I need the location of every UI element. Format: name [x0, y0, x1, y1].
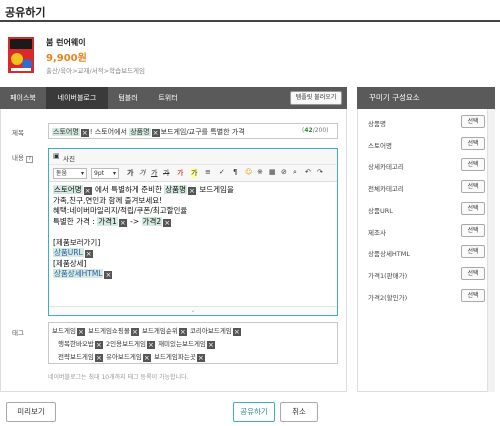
sidebar-item-store-name: 스토어명 [368, 142, 392, 150]
product-price: 9,900원 [46, 53, 87, 64]
select-manufacturer-button[interactable]: 선택 [461, 224, 485, 237]
select-detail-category-button[interactable]: 선택 [461, 158, 485, 171]
editor-toolbar-top: ▣ 사진 [49, 149, 337, 165]
select-product-name-button[interactable]: 선택 [461, 115, 485, 128]
content-label: 내용 ? [12, 152, 34, 163]
search-icon[interactable]: ⌕ [293, 168, 297, 177]
special-char-icon[interactable]: ※ [257, 168, 263, 176]
redo-icon[interactable]: ↷ [317, 168, 323, 176]
sidebar-item-detail-html: 상품상세HTML [368, 250, 411, 258]
font-select[interactable]: 돋움 ▾ [53, 168, 87, 179]
load-template-button[interactable]: 템플릿 불러오기 [290, 91, 342, 105]
editor-toolbar-format: 돋움 ▾ 9pt ▾ 가 가 가 가 가 가 ≡ ✓ ¶ ☺ ※ ▦ ⊘ ⌕ ↶ ↷ [49, 165, 337, 182]
product-category: 출산/육아>교재/서적>학습보드게임 [46, 67, 145, 75]
remove-tag-icon[interactable]: × [178, 328, 187, 336]
table-icon[interactable]: ▦ [269, 168, 276, 176]
product-name[interactable]: 붐 런어웨이 [46, 37, 86, 48]
tab-facebook[interactable]: 페이스북 [0, 87, 46, 109]
photo-icon[interactable]: ▣ [53, 152, 60, 160]
chevron-down-icon: ▾ [80, 170, 84, 177]
sidebar-item-product-name: 상품명 [368, 120, 386, 128]
remove-token-icon[interactable]: × [163, 218, 172, 227]
remove-tag-icon[interactable]: × [232, 328, 241, 336]
select-store-name-button[interactable]: 선택 [461, 137, 485, 150]
underline-icon[interactable]: 가 [151, 168, 157, 178]
share-button[interactable]: 공유하기 [233, 402, 275, 422]
editor-resize-handle[interactable]: ⌄ [49, 306, 337, 315]
remove-tag-icon[interactable]: × [206, 341, 215, 349]
preview-button[interactable]: 미리보기 [6, 402, 56, 422]
sidebar-item-full-category: 전체카테고리 [368, 185, 404, 193]
remove-token-icon[interactable]: × [187, 187, 196, 195]
size-select[interactable]: 9pt ▾ [91, 168, 119, 179]
cancel-button[interactable]: 취소 [280, 402, 318, 422]
sidebar-item-price1: 가격1(판매가) [368, 272, 408, 280]
sidebar-item-detail-category: 상세카테고리 [368, 163, 404, 171]
product-thumbnail [8, 37, 34, 73]
select-price1-button[interactable]: 선택 [461, 267, 485, 280]
sidebar-item-product-url: 상품URL [368, 207, 393, 215]
sidebar-scrollbar[interactable] [487, 109, 495, 392]
tag-row: 보드게임 × 보드게임쇼핑몰 × 보드게임순위 × 코리아보드게임 × [52, 327, 241, 336]
select-price2-button[interactable]: 선택 [461, 289, 485, 302]
remove-tag-icon[interactable]: × [94, 341, 103, 349]
remove-token-icon[interactable]: × [83, 187, 92, 195]
spellcheck-icon[interactable]: ✓ [219, 168, 225, 176]
chevron-down-icon: ▾ [112, 170, 116, 177]
decoration-elements-panel: 상품명 선택 스토어명 선택 상세카테고리 선택 전체카테고리 선택 상품URL… [357, 109, 495, 392]
remove-token-icon[interactable]: × [118, 218, 127, 227]
align-icon[interactable]: ≡ [205, 168, 211, 176]
remove-tag-icon[interactable]: × [94, 354, 103, 362]
remove-tag-icon[interactable]: × [142, 354, 151, 362]
sidebar-item-price2: 가격2(할인가) [368, 294, 408, 302]
remove-token-icon[interactable]: × [84, 250, 93, 258]
remove-tag-icon[interactable]: × [130, 328, 139, 336]
sidebar-title: 꾸미기 구성요소 [357, 87, 495, 109]
photo-label[interactable]: 사진 [63, 153, 75, 163]
subject-token-product: 상품명 [129, 128, 151, 136]
subject-char-count: (42/200) [302, 127, 329, 134]
emoticon-icon[interactable]: ☺ [245, 168, 252, 176]
remove-tag-icon[interactable]: × [76, 328, 85, 336]
italic-icon[interactable]: 가 [139, 168, 145, 178]
page-title: 공유하기 [5, 6, 46, 19]
tag-limit-note: 네이버블로그는 최대 10개까지 태그 등록이 가능합니다. [48, 374, 189, 381]
remove-token-icon[interactable]: × [151, 129, 160, 137]
editor-body[interactable]: 스토어명 × 에서 특별하게 준비한 상품명 × 보드게임을 가족,친구,연인과 함… [53, 185, 333, 280]
highlight-icon[interactable]: 가 [191, 168, 198, 178]
tag-row: 전략보드게임 × 유아보드게임 × 보드게임파는곳 × [58, 353, 205, 362]
subject-label: 제목 [12, 129, 24, 137]
tag-label: 태그 [12, 329, 24, 337]
undo-icon[interactable]: ↶ [305, 168, 311, 176]
remove-token-icon[interactable]: × [80, 129, 89, 137]
remove-tag-icon[interactable]: × [196, 354, 205, 362]
subject-token-store: 스토어명 [52, 128, 80, 136]
tab-twitter[interactable]: 트위터 [148, 87, 188, 109]
remove-token-icon[interactable]: × [104, 271, 113, 279]
strikethrough-icon[interactable]: 가 [163, 168, 169, 178]
source-icon[interactable]: ¶ [233, 168, 237, 176]
bold-icon[interactable]: 가 [127, 168, 133, 178]
help-icon[interactable]: ? [26, 156, 34, 163]
select-product-url-button[interactable]: 선택 [461, 202, 485, 215]
font-color-icon[interactable]: 가 [177, 168, 183, 178]
select-detail-html-button[interactable]: 선택 [461, 245, 485, 258]
select-full-category-button[interactable]: 선택 [461, 180, 485, 193]
tag-row: 행복한바오밥 × 2인용보드게임 × 재미있는보드게임 × [58, 340, 215, 349]
tab-naver-blog[interactable]: 네이버블로그 [46, 87, 108, 109]
title-divider [0, 20, 500, 22]
tab-tumblr[interactable]: 텀블러 [108, 87, 148, 109]
sidebar-item-manufacturer: 제조사 [368, 229, 386, 237]
subject-content: 스토어명 ×! 스토어에서 상품명 × 보드게임/교구를 특별한 가격 [52, 128, 245, 137]
remove-tag-icon[interactable]: × [146, 341, 155, 349]
link-icon[interactable]: ⊘ [281, 168, 287, 176]
